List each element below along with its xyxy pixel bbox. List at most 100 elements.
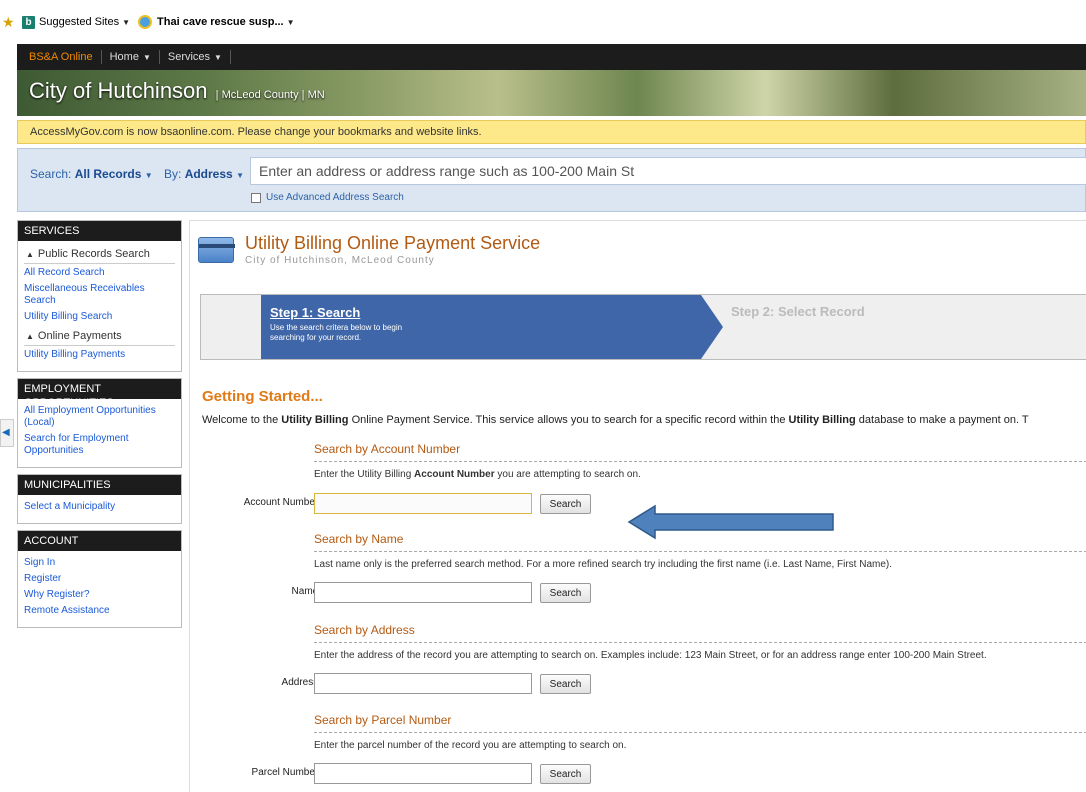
services-panel: SERVICES ▲ Public Records Search All Reco…: [17, 220, 182, 372]
bing-icon: b: [22, 15, 35, 29]
favorites-star-icon[interactable]: ★: [2, 15, 16, 29]
collapse-up-icon: ▲: [26, 332, 34, 341]
chevron-down-icon: ▼: [236, 171, 244, 180]
welcome-bold-2: Utility Billing: [788, 414, 856, 426]
search-by-value: Address: [184, 167, 233, 181]
name-section-description: Last name only is the preferred search m…: [314, 559, 893, 570]
all-record-search-link[interactable]: All Record Search: [24, 267, 175, 279]
remote-assistance-link[interactable]: Remote Assistance: [24, 605, 175, 617]
page-title: Utility Billing Online Payment Service: [245, 233, 541, 253]
welcome-text: Welcome to the Utility Billing Online Pa…: [202, 414, 1029, 426]
top-nav: BS&A Online Home ▼ Services ▼: [17, 44, 1086, 70]
collapse-arrow-icon: ◀: [2, 427, 10, 438]
step-1: Step 1: Search Use the search critera be…: [261, 295, 723, 359]
notice-banner: AccessMyGov.com is now bsaonline.com. Pl…: [17, 120, 1086, 144]
favorite-link-news[interactable]: Thai cave rescue susp...: [157, 16, 284, 28]
account-number-input[interactable]: [314, 493, 532, 514]
site: BS&A Online Home ▼ Services ▼ City of Hutc…: [0, 44, 1086, 792]
search-by-label: By:: [164, 167, 182, 181]
search-scope-label: Search:: [30, 167, 72, 181]
account-number-label: Account Number:: [243, 497, 321, 508]
advanced-search-checkbox[interactable]: [251, 192, 261, 203]
parcel-number-input[interactable]: [314, 763, 532, 784]
ie-icon: [138, 15, 153, 29]
parcel-number-label: Parcel Number:: [251, 767, 321, 778]
getting-started-heading: Getting Started...: [202, 388, 323, 405]
register-link[interactable]: Register: [24, 573, 175, 585]
page-subtitle: City of Hutchinson, McLeod County: [245, 255, 435, 266]
search-scope-value: All Records: [74, 167, 142, 181]
sidebar-collapse-tab[interactable]: ◀: [0, 419, 14, 447]
name-section-title: Search by Name: [314, 532, 404, 546]
account-section-description: Enter the Utility Billing Account Number…: [314, 469, 641, 480]
utility-billing-search-link[interactable]: Utility Billing Search: [24, 311, 175, 323]
search-scope-dropdown[interactable]: Search: All Records ▼: [30, 167, 153, 181]
search-by-dropdown[interactable]: By: Address ▼: [164, 167, 244, 181]
search-employment-link[interactable]: Search for Employment Opportunities: [24, 433, 175, 457]
favorites-bar: ★ b Suggested Sites ▼ Thai cave rescue s…: [0, 0, 1086, 44]
parcel-section-title: Search by Parcel Number: [314, 713, 452, 727]
header-banner: City of Hutchinson | McLeod County | MN: [17, 70, 1086, 116]
sign-in-link[interactable]: Sign In: [24, 557, 175, 569]
address-search-button[interactable]: Search: [540, 674, 591, 694]
services-heading: SERVICES: [18, 221, 181, 241]
section-divider: [314, 461, 1086, 462]
all-employment-link[interactable]: All Employment Opportunities (Local): [24, 405, 175, 429]
brand-link[interactable]: BS&A Online: [17, 50, 102, 64]
chevron-down-icon: ▼: [142, 53, 151, 62]
welcome-mid: Online Payment Service. This service all…: [348, 414, 789, 426]
address-section-description: Enter the address of the record you are …: [314, 650, 987, 661]
welcome-bold-1: Utility Billing: [281, 414, 349, 426]
section-divider: [314, 642, 1086, 643]
welcome-pre: Welcome to the: [202, 414, 282, 426]
address-search-input[interactable]: [250, 157, 1086, 185]
public-records-group[interactable]: ▲ Public Records Search: [24, 245, 175, 264]
misc-receivables-search-link[interactable]: Miscellaneous Receivables Search: [24, 283, 175, 307]
sidebar: ◀ SERVICES ▲ Public Records Search All Re…: [0, 220, 182, 634]
step-2-title: Step 2: Select Record: [731, 304, 865, 319]
parcel-section-description: Enter the parcel number of the record yo…: [314, 740, 627, 751]
advanced-search-label: Use Advanced Address Search: [266, 192, 404, 203]
desc-bold: Account Number: [414, 469, 495, 480]
page-header: Utility Billing Online Payment Service C…: [190, 221, 1086, 269]
why-register-link[interactable]: Why Register?: [24, 589, 175, 601]
nav-home-label: Home: [109, 51, 139, 63]
chevron-down-icon[interactable]: ▼: [122, 18, 130, 27]
chevron-down-icon[interactable]: ▼: [287, 18, 295, 27]
account-search-button[interactable]: Search: [540, 494, 591, 514]
advanced-search-option[interactable]: Use Advanced Address Search: [251, 192, 404, 203]
county-state: | McLeod County | MN: [215, 89, 325, 101]
suggested-sites-link[interactable]: Suggested Sites: [39, 16, 119, 28]
section-divider: [314, 551, 1086, 552]
utility-billing-payments-link[interactable]: Utility Billing Payments: [24, 349, 175, 361]
step-1-title[interactable]: Step 1: Search: [270, 305, 360, 320]
address-input[interactable]: [314, 673, 532, 694]
address-section-title: Search by Address: [314, 623, 415, 637]
section-divider: [314, 732, 1086, 733]
employment-heading: EMPLOYMENT OPPORTUNITIES: [18, 379, 181, 409]
parcel-search-button[interactable]: Search: [540, 764, 591, 784]
online-payments-group[interactable]: ▲ Online Payments: [24, 327, 175, 346]
desc-pre: Enter the Utility Billing: [314, 469, 415, 480]
collapse-up-icon: ▲: [26, 250, 34, 259]
employment-panel: EMPLOYMENT OPPORTUNITIES All Employment …: [17, 378, 182, 468]
chevron-down-icon: ▼: [214, 53, 222, 62]
name-input[interactable]: [314, 582, 532, 603]
step-1-description: Use the search critera below to begin se…: [270, 323, 403, 342]
select-municipality-link[interactable]: Select a Municipality: [24, 501, 175, 513]
group-label: Public Records Search: [37, 248, 150, 260]
name-search-button[interactable]: Search: [540, 583, 591, 603]
welcome-post: database to make a payment on. T: [855, 414, 1029, 426]
credit-card-icon: [198, 237, 235, 263]
search-bar: Search: All Records ▼ By: Address ▼ Use …: [17, 148, 1086, 212]
account-section-title: Search by Account Number: [314, 442, 461, 456]
municipalities-heading: MUNICIPALITIES: [18, 475, 181, 495]
nav-services[interactable]: Services ▼: [160, 50, 231, 64]
nav-home[interactable]: Home ▼: [102, 50, 160, 64]
step-progress: Step 1: Search Use the search critera be…: [200, 294, 1086, 360]
desc-post: you are attempting to search on.: [494, 469, 641, 480]
left-arrow-annotation: [627, 504, 834, 540]
nav-services-label: Services: [167, 51, 211, 63]
city-title: City of Hutchinson | McLeod County | MN: [29, 78, 325, 104]
city-name: City of Hutchinson: [29, 78, 208, 103]
